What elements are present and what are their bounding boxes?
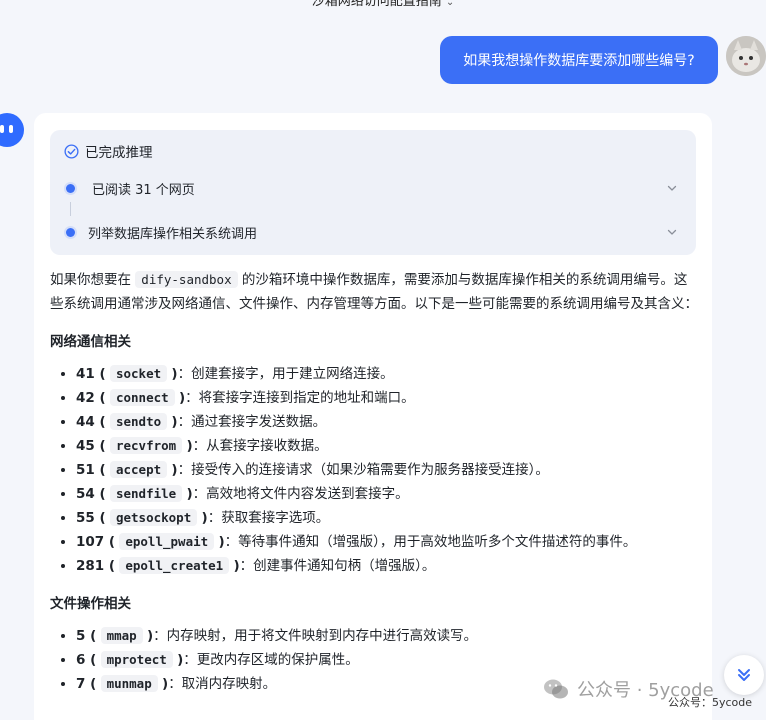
list-item: 45 ( recvfrom )：从套接字接收数据。 — [76, 434, 700, 458]
list-item: 54 ( sendfile )：高效地将文件内容发送到套接字。 — [76, 482, 700, 506]
section-heading-file: 文件操作相关 — [50, 596, 131, 612]
syscall-description: ：高效地将文件内容发送到套接字。 — [192, 486, 409, 502]
syscall-name: recvfrom — [109, 437, 183, 454]
list-item: 7 ( munmap )：取消内存映射。 — [76, 672, 700, 696]
avatar-eye-left — [0, 125, 4, 133]
inline-code: dify-sandbox — [135, 271, 238, 288]
syscall-number: 6 ( — [76, 652, 97, 668]
syscall-number: 107 ( — [76, 534, 116, 550]
network-syscall-list: 41 ( socket )：创建套接字，用于建立网络连接。 42 ( conne… — [50, 362, 700, 578]
syscall-number: 42 ( — [76, 390, 106, 406]
scroll-to-bottom-button[interactable] — [724, 655, 764, 695]
syscall-description: ：内存映射，用于将文件映射到内存中进行高效读写。 — [153, 628, 478, 644]
list-item: 281 ( epoll_create1 )：创建事件通知句柄（增强版）。 — [76, 554, 700, 578]
syscall-description: ：等待事件通知（增强版），用于高效地监听多个文件描述符的事件。 — [224, 534, 637, 550]
syscall-name: accept — [109, 461, 168, 478]
syscall-description: ：从套接字接收数据。 — [192, 438, 328, 454]
list-item: 42 ( connect )：将套接字连接到指定的地址和端口。 — [76, 386, 700, 410]
intro-text-start: 如果你想要在 — [50, 272, 131, 288]
syscall-description: ：接受传入的连接请求（如果沙箱需要作为服务器接受连接）。 — [177, 462, 549, 478]
list-item: 55 ( getsockopt )：获取套接字选项。 — [76, 506, 700, 530]
chevron-down-icon[interactable] — [666, 182, 678, 194]
user-avatar[interactable] — [726, 36, 766, 76]
syscall-number: 54 ( — [76, 486, 106, 502]
list-item: 6 ( mprotect )：更改内存区域的保护属性。 — [76, 648, 700, 672]
reasoning-status-label: 已完成推理 — [85, 145, 153, 161]
syscall-number: 7 ( — [76, 676, 97, 692]
syscall-name: connect — [109, 389, 175, 406]
syscall-number: 44 ( — [76, 414, 106, 430]
syscall-number: 41 ( — [76, 366, 106, 382]
conversation-title[interactable]: 沙箱网络访问配置指南 ⌄ — [0, 0, 766, 13]
syscall-name: mmap — [100, 627, 143, 644]
chat-page: 沙箱网络访问配置指南 ⌄ 如果我想操作数据库要添加哪些编号? 已完成推理 已阅读… — [0, 0, 766, 720]
user-message-text: 如果我想操作数据库要添加哪些编号? — [463, 53, 695, 69]
step-connector-line — [70, 202, 71, 216]
user-message-bubble: 如果我想操作数据库要添加哪些编号? — [440, 36, 718, 84]
syscall-number: 51 ( — [76, 462, 106, 478]
syscall-number: 45 ( — [76, 438, 106, 454]
syscall-description: ：通过套接字发送数据。 — [177, 414, 327, 430]
list-item: 51 ( accept )：接受传入的连接请求（如果沙箱需要作为服务器接受连接）… — [76, 458, 700, 482]
cat-avatar-image — [726, 36, 766, 76]
reasoning-step-read[interactable]: 已阅读 31 个网页 — [66, 178, 195, 198]
answer-intro: 如果你想要在 dify-sandbox 的沙箱环境中操作数据库，需要添加与数据库… — [50, 268, 700, 316]
list-item: 41 ( socket )：创建套接字，用于建立网络连接。 — [76, 362, 700, 386]
syscall-name: mprotect — [100, 651, 173, 668]
section-heading-network: 网络通信相关 — [50, 334, 131, 350]
assistant-answer-card: 已完成推理 已阅读 31 个网页 列举数据库操作相关系统调用 如果你想要在 di… — [34, 113, 712, 720]
syscall-description: ：取消内存映射。 — [168, 676, 277, 692]
syscall-name: epoll_pwait — [119, 533, 215, 550]
syscall-name: munmap — [100, 675, 158, 692]
watermark-caption: 公众号：5ycode — [668, 696, 753, 709]
conversation-title-text: 沙箱网络访问配置指南 — [311, 0, 442, 9]
double-chevron-down-icon — [738, 669, 750, 681]
syscall-description: ：更改内存区域的保护属性。 — [183, 652, 359, 668]
syscall-description: ：创建套接字，用于建立网络连接。 — [177, 366, 394, 382]
syscall-number: 5 ( — [76, 628, 97, 644]
reasoning-panel: 已完成推理 已阅读 31 个网页 列举数据库操作相关系统调用 — [50, 130, 696, 255]
syscall-number: 281 ( — [76, 558, 116, 574]
answer-content: 如果你想要在 dify-sandbox 的沙箱环境中操作数据库，需要添加与数据库… — [50, 268, 700, 696]
reasoning-step-label: 已阅读 31 个网页 — [92, 182, 195, 198]
reasoning-step-label: 列举数据库操作相关系统调用 — [88, 226, 258, 242]
syscall-name: epoll_create1 — [119, 557, 230, 574]
list-item: 107 ( epoll_pwait )：等待事件通知（增强版），用于高效地监听多… — [76, 530, 700, 554]
syscall-description: ：将套接字连接到指定的地址和端口。 — [185, 390, 415, 406]
reasoning-status[interactable]: 已完成推理 — [64, 140, 153, 162]
check-circle-icon — [64, 143, 79, 159]
step-dot-icon — [66, 183, 75, 193]
chevron-down-icon: ⌄ — [445, 0, 455, 8]
syscall-name: sendto — [109, 413, 168, 430]
syscall-description: ：创建事件通知句柄（增强版）。 — [239, 558, 436, 574]
syscall-name: sendfile — [109, 485, 183, 502]
list-item: 44 ( sendto )：通过套接字发送数据。 — [76, 410, 700, 434]
syscall-number: 55 ( — [76, 510, 106, 526]
step-dot-icon — [66, 227, 75, 237]
file-syscall-list: 5 ( mmap )：内存映射，用于将文件映射到内存中进行高效读写。 6 ( m… — [50, 624, 700, 696]
syscall-name: socket — [109, 365, 168, 382]
assistant-avatar — [0, 113, 24, 147]
syscall-description: ：获取套接字选项。 — [207, 510, 330, 526]
reasoning-step-list[interactable]: 列举数据库操作相关系统调用 — [66, 222, 257, 242]
syscall-name: getsockopt — [109, 509, 198, 526]
avatar-eye-right — [9, 125, 13, 133]
list-item: 5 ( mmap )：内存映射，用于将文件映射到内存中进行高效读写。 — [76, 624, 700, 648]
chevron-down-icon[interactable] — [666, 226, 678, 238]
